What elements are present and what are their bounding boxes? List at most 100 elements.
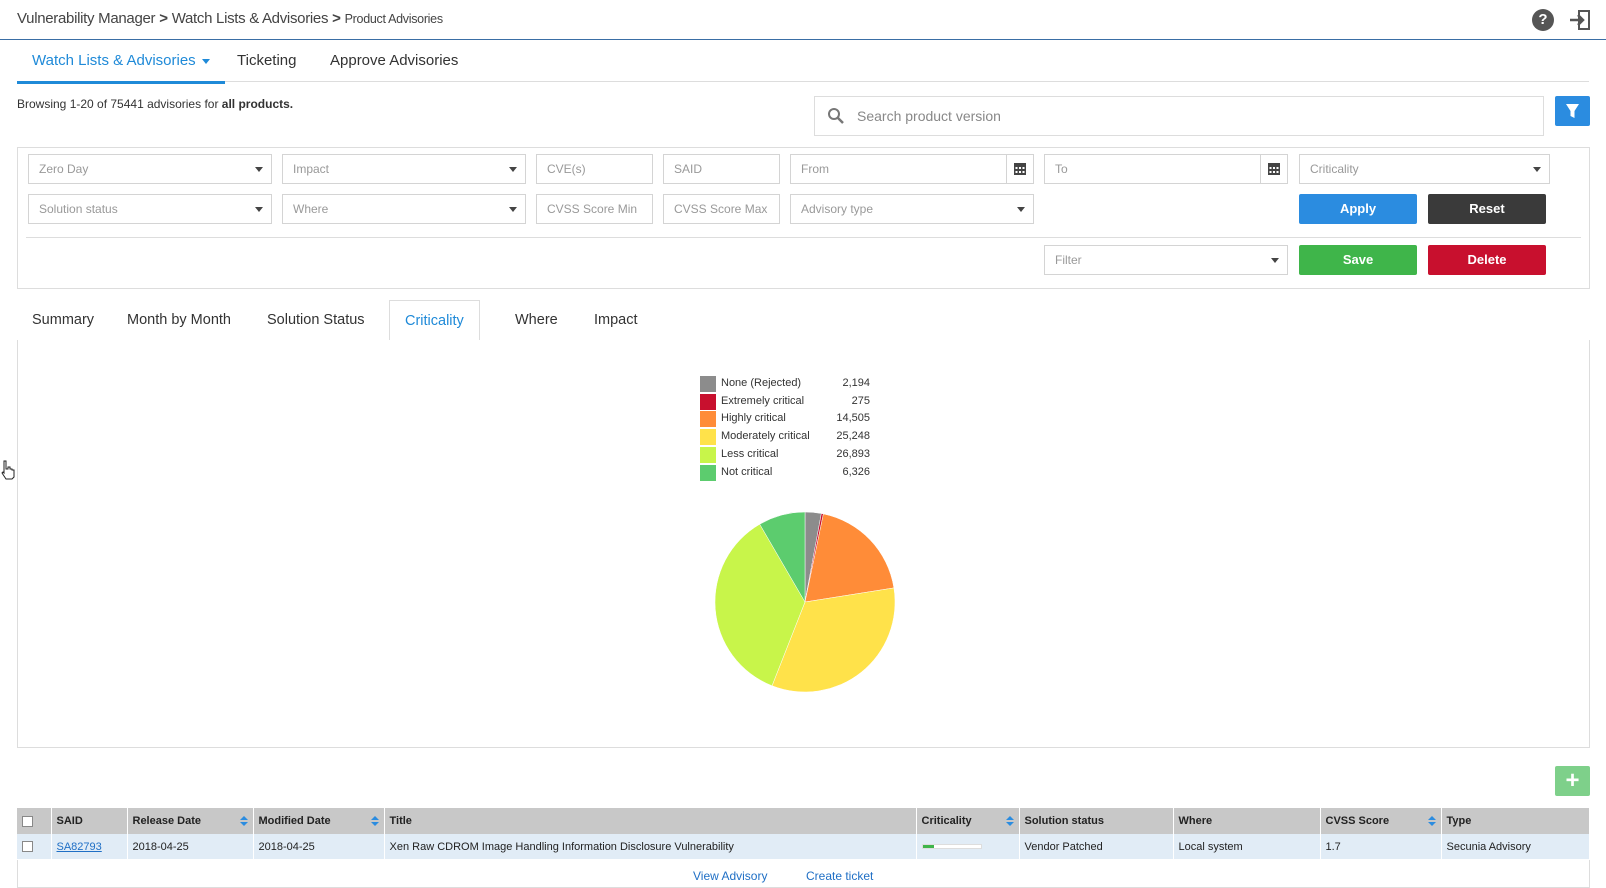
column-header-modified-date[interactable]: Modified Date bbox=[253, 808, 385, 834]
title-cell: Xen Raw CDROM Image Handling Information… bbox=[384, 834, 917, 859]
legend-swatch bbox=[700, 464, 716, 481]
cvss-min-input[interactable]: CVSS Score Min bbox=[536, 194, 653, 224]
hand-cursor-icon bbox=[1, 460, 15, 480]
column-header-release-date[interactable]: Release Date bbox=[127, 808, 254, 834]
tab-impact[interactable]: Impact bbox=[579, 300, 653, 341]
apply-button[interactable]: Apply bbox=[1299, 194, 1417, 224]
chevron-down-icon bbox=[255, 207, 263, 212]
cves-input[interactable]: CVE(s) bbox=[536, 154, 653, 184]
breadcrumb-root[interactable]: Vulnerability Manager bbox=[17, 10, 156, 27]
criticality-select[interactable]: Criticality bbox=[1299, 154, 1550, 184]
reset-button[interactable]: Reset bbox=[1428, 194, 1546, 224]
said-input[interactable]: SAID bbox=[663, 154, 780, 184]
nav-tab-watch-lists[interactable]: Watch Lists & Advisories bbox=[17, 52, 225, 84]
criticality-pie-chart bbox=[714, 511, 896, 693]
breadcrumb-section[interactable]: Watch Lists & Advisories bbox=[172, 10, 329, 27]
view-advisory-link[interactable]: View Advisory bbox=[693, 869, 767, 883]
table-row[interactable]: SA82793 2018-04-25 2018-04-25 Xen Raw CD… bbox=[17, 834, 1590, 859]
saved-filter-select[interactable]: Filter bbox=[1044, 245, 1288, 275]
solution-status-cell: Vendor Patched bbox=[1019, 834, 1174, 859]
nav-tab-approve-advisories[interactable]: Approve Advisories bbox=[330, 52, 458, 69]
impact-value: Impact bbox=[293, 162, 330, 176]
tab-summary[interactable]: Summary bbox=[17, 300, 109, 341]
delete-filter-button[interactable]: Delete bbox=[1428, 245, 1546, 275]
to-calendar-button[interactable] bbox=[1260, 154, 1288, 184]
row-actions: View Advisory Create ticket bbox=[17, 860, 1590, 888]
from-date-input[interactable]: From bbox=[790, 154, 1007, 184]
filter-toggle-button[interactable] bbox=[1555, 96, 1590, 126]
nav-tab-ticketing[interactable]: Ticketing bbox=[237, 52, 296, 69]
criticality-bar-fill bbox=[922, 845, 935, 849]
logout-icon[interactable] bbox=[1568, 9, 1592, 31]
chevron-down-icon bbox=[255, 167, 263, 172]
legend-value: 26,893 bbox=[836, 447, 870, 460]
select-all-cell bbox=[17, 808, 52, 834]
release-date-cell: 2018-04-25 bbox=[127, 834, 254, 859]
legend-item[interactable]: Not critical 6,326 bbox=[700, 464, 870, 481]
legend-item[interactable]: Less critical 26,893 bbox=[700, 446, 870, 463]
sort-icon[interactable] bbox=[370, 816, 379, 827]
breadcrumb-page: Product Advisories bbox=[344, 12, 443, 26]
row-checkbox[interactable] bbox=[22, 841, 33, 853]
tab-where[interactable]: Where bbox=[500, 300, 573, 341]
add-button[interactable]: + bbox=[1555, 766, 1590, 796]
legend-item[interactable]: None (Rejected) 2,194 bbox=[700, 376, 870, 392]
column-header-solution-status[interactable]: Solution status bbox=[1019, 808, 1174, 834]
legend-swatch bbox=[700, 429, 716, 446]
column-header-label: Type bbox=[1446, 815, 1472, 827]
help-icon[interactable]: ? bbox=[1532, 9, 1554, 31]
zero-day-select[interactable]: Zero Day bbox=[28, 154, 272, 184]
sort-icon[interactable] bbox=[239, 816, 248, 827]
browsing-summary: Browsing 1-20 of 75441 advisories for al… bbox=[17, 97, 293, 111]
tab-month-by-month[interactable]: Month by Month bbox=[112, 300, 246, 341]
column-header-criticality[interactable]: Criticality bbox=[916, 808, 1020, 834]
chevron-down-icon bbox=[509, 207, 517, 212]
column-header-where[interactable]: Where bbox=[1173, 808, 1321, 834]
legend-item[interactable]: Moderately critical 25,248 bbox=[700, 429, 870, 446]
column-header-label: SAID bbox=[56, 815, 83, 827]
cvss-max-input[interactable]: CVSS Score Max bbox=[663, 194, 780, 224]
breadcrumb-separator: > bbox=[332, 10, 341, 27]
said-link[interactable]: SA82793 bbox=[57, 841, 102, 853]
table-header-row: SAID Release Date Modified Date Title Cr… bbox=[17, 808, 1590, 834]
advisory-type-select[interactable]: Advisory type bbox=[790, 194, 1034, 224]
create-ticket-link[interactable]: Create ticket bbox=[806, 869, 873, 883]
impact-select[interactable]: Impact bbox=[282, 154, 526, 184]
legend-label: None (Rejected) bbox=[721, 377, 802, 389]
calendar-icon bbox=[1268, 163, 1280, 175]
select-all-checkbox[interactable] bbox=[22, 815, 33, 827]
column-header-type[interactable]: Type bbox=[1441, 808, 1590, 834]
legend-value: 14,505 bbox=[836, 412, 870, 425]
from-calendar-button[interactable] bbox=[1006, 154, 1034, 184]
legend-label: Less critical bbox=[721, 447, 779, 460]
advisories-table: SAID Release Date Modified Date Title Cr… bbox=[17, 808, 1590, 859]
criticality-cell bbox=[916, 834, 1020, 859]
type-cell: Secunia Advisory bbox=[1441, 834, 1590, 859]
solution-status-value: Solution status bbox=[39, 202, 118, 216]
save-filter-button[interactable]: Save bbox=[1299, 245, 1417, 275]
legend-item[interactable]: Extremely critical 275 bbox=[700, 393, 870, 410]
tab-solution-status[interactable]: Solution Status bbox=[252, 300, 380, 341]
breadcrumb-separator: > bbox=[159, 10, 168, 27]
where-cell: Local system bbox=[1173, 834, 1321, 859]
column-header-said[interactable]: SAID bbox=[51, 808, 128, 834]
to-date-input[interactable]: To bbox=[1044, 154, 1261, 184]
column-header-cvss-score[interactable]: CVSS Score bbox=[1320, 808, 1442, 834]
sort-icon[interactable] bbox=[1427, 816, 1436, 827]
solution-status-select[interactable]: Solution status bbox=[28, 194, 272, 224]
column-header-label: Modified Date bbox=[258, 815, 331, 827]
legend-label: Highly critical bbox=[721, 412, 786, 425]
chevron-down-icon bbox=[1017, 207, 1025, 212]
sort-icon[interactable] bbox=[1005, 816, 1014, 827]
modified-date-cell: 2018-04-25 bbox=[253, 834, 385, 859]
where-select[interactable]: Where bbox=[282, 194, 526, 224]
column-header-title[interactable]: Title bbox=[384, 808, 917, 834]
legend-swatch bbox=[700, 446, 716, 463]
top-bar: Vulnerability Manager > Watch Lists & Advi… bbox=[0, 0, 1606, 40]
search-box bbox=[814, 96, 1544, 136]
search-input[interactable] bbox=[855, 105, 1515, 127]
criticality-bar bbox=[921, 844, 982, 850]
legend-item[interactable]: Highly critical 14,505 bbox=[700, 411, 870, 428]
saved-filter-value: Filter bbox=[1055, 253, 1082, 267]
tab-criticality[interactable]: Criticality bbox=[389, 300, 480, 342]
